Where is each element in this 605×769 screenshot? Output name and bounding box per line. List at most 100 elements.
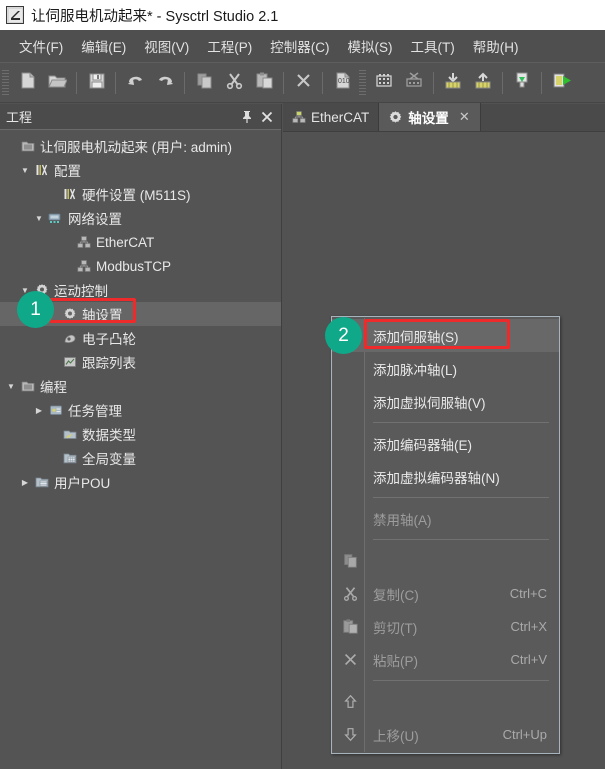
- tree-item-motion-control[interactable]: ▼ 运动控制: [0, 278, 281, 302]
- expander-icon[interactable]: ▶: [18, 478, 32, 487]
- ctx-move-up: [332, 685, 559, 718]
- monitor-button[interactable]: [507, 68, 537, 98]
- tree-item-project-root[interactable]: ▼ 让伺服电机动起来 (用户: admin): [0, 134, 281, 158]
- tree-item-ethercat[interactable]: ▼ EtherCAT: [0, 230, 281, 254]
- tree-item-label: 电子凸轮: [82, 332, 136, 347]
- context-menu-separator: [373, 539, 549, 540]
- open-folder-icon: [47, 71, 68, 95]
- tab-label: EtherCAT: [311, 109, 370, 125]
- ctx-add-virtual-servo-axis[interactable]: 添加虚拟伺服轴(V): [332, 385, 559, 418]
- connect-button[interactable]: [369, 68, 399, 98]
- paste-button[interactable]: [249, 68, 279, 98]
- toolbar-separator: [541, 72, 542, 94]
- delete-x-icon: [294, 71, 313, 95]
- ctx-item-label: 添加虚拟编码器轴(N): [373, 470, 500, 486]
- copy-button[interactable]: [189, 68, 219, 98]
- hardware-icon: [60, 187, 79, 201]
- tree-item-label: 用户POU: [54, 476, 111, 491]
- close-icon[interactable]: [257, 107, 277, 127]
- ctx-item-shortcut: Ctrl+C: [509, 586, 547, 601]
- menu-edit[interactable]: 编辑(E): [72, 32, 135, 60]
- pin-icon[interactable]: [237, 107, 257, 127]
- upload-button[interactable]: [468, 68, 498, 98]
- tree-item-label: ModbusTCP: [96, 258, 172, 274]
- toolbar-grip[interactable]: [359, 70, 366, 96]
- compile-button[interactable]: 010: [327, 68, 357, 98]
- context-menu-separator: [373, 422, 549, 423]
- ctx-item-shortcut: Ctrl+V: [510, 652, 547, 667]
- menu-project[interactable]: 工程(P): [198, 32, 261, 60]
- task-icon: [46, 403, 65, 417]
- title-bar: 让伺服电机动起来* - Sysctrl Studio 2.1: [0, 0, 605, 30]
- datatype-icon: [60, 427, 79, 441]
- toolbar-separator: [433, 72, 434, 94]
- tree-item-modbustcp[interactable]: ▼ ModbusTCP: [0, 254, 281, 278]
- disconnect-button[interactable]: [399, 68, 429, 98]
- cut-button[interactable]: [219, 68, 249, 98]
- tree-item-label: 编程: [40, 380, 67, 395]
- menu-help[interactable]: 帮助(H): [464, 32, 528, 60]
- disconnect-icon: [404, 71, 424, 95]
- menu-tools[interactable]: 工具(T): [402, 32, 464, 60]
- toolbar-separator: [283, 72, 284, 94]
- tree-item-network[interactable]: ▼ 网络设置: [0, 206, 281, 230]
- tree-item-config[interactable]: ▼ 配置: [0, 158, 281, 182]
- new-file-button[interactable]: [12, 68, 42, 98]
- tree-item-axis-settings[interactable]: ▼ 轴设置: [0, 302, 281, 326]
- delete-x-icon: [338, 643, 363, 676]
- redo-icon: [155, 71, 176, 95]
- ctx-item-shortcut: Ctrl+X: [510, 619, 547, 634]
- tree-item-data-types[interactable]: ▼ 数据类型: [0, 422, 281, 446]
- run-button[interactable]: [546, 68, 576, 98]
- expander-icon[interactable]: ▶: [32, 406, 46, 415]
- tree-item-task-management[interactable]: ▶ 任务管理: [0, 398, 281, 422]
- tab-axis-settings[interactable]: 轴设置 ✕: [379, 103, 481, 131]
- tree-item-ecam[interactable]: ▼ 电子凸轮: [0, 326, 281, 350]
- open-folder-button[interactable]: [42, 68, 72, 98]
- download-button[interactable]: [438, 68, 468, 98]
- tab-ethercat[interactable]: EtherCAT: [283, 103, 380, 131]
- node-icon: [74, 259, 93, 273]
- tree-item-user-pou[interactable]: ▶ 用户POU: [0, 470, 281, 494]
- ctx-add-virtual-encoder-axis[interactable]: 添加虚拟编码器轴(N): [332, 460, 559, 493]
- undo-button[interactable]: [120, 68, 150, 98]
- expander-icon[interactable]: ▼: [32, 214, 46, 223]
- tree-item-programming[interactable]: ▼ 编程: [0, 374, 281, 398]
- ctx-move-down: 上移(U) Ctrl+Up: [332, 718, 559, 751]
- save-button[interactable]: [81, 68, 111, 98]
- project-tree: ▼ 让伺服电机动起来 (用户: admin) ▼: [0, 130, 281, 494]
- toolbar-grip[interactable]: [2, 70, 9, 96]
- ctx-disable-axis: 禁用轴(A): [332, 502, 559, 535]
- window-title: 让伺服电机动起来* - Sysctrl Studio 2.1: [31, 8, 279, 25]
- paste-icon: [338, 610, 363, 643]
- ctx-item-label: 添加脉冲轴(L): [373, 362, 457, 378]
- expander-icon[interactable]: ▼: [18, 286, 32, 295]
- delete-button[interactable]: [288, 68, 318, 98]
- upload-icon: [473, 71, 493, 95]
- gear-icon: [388, 110, 403, 125]
- new-file-icon: [18, 71, 37, 95]
- menu-view[interactable]: 视图(V): [135, 32, 198, 60]
- ctx-item-label: 粘贴(P): [373, 653, 418, 669]
- redo-button[interactable]: [150, 68, 180, 98]
- tree-item-trace-list[interactable]: ▼ 跟踪列表: [0, 350, 281, 374]
- close-icon[interactable]: ✕: [458, 109, 471, 125]
- node-icon: [74, 235, 93, 249]
- menu-controller[interactable]: 控制器(C): [261, 32, 338, 60]
- gear-icon: [60, 307, 79, 321]
- ctx-add-pulse-axis[interactable]: 添加脉冲轴(L): [332, 352, 559, 385]
- expander-icon[interactable]: ▼: [4, 382, 18, 391]
- expander-icon[interactable]: ▼: [18, 166, 32, 175]
- tree-item-label: 轴设置: [82, 308, 123, 323]
- tree-item-label: 配置: [54, 164, 81, 179]
- menu-simulation[interactable]: 模拟(S): [339, 32, 402, 60]
- ctx-add-servo-axis[interactable]: 添加伺服轴(S): [332, 319, 559, 352]
- ctx-item-label: 添加伺服轴(S): [373, 329, 459, 345]
- menu-file[interactable]: 文件(F): [10, 32, 72, 60]
- run-icon: [551, 71, 571, 95]
- folder-icon: [18, 379, 37, 393]
- tree-item-hardware[interactable]: ▼ 硬件设置 (M511S): [0, 182, 281, 206]
- ctx-add-encoder-axis[interactable]: 添加编码器轴(E): [332, 427, 559, 460]
- tree-item-global-variables[interactable]: ▼ 全局变量: [0, 446, 281, 470]
- ctx-item-label: 剪切(T): [373, 620, 418, 636]
